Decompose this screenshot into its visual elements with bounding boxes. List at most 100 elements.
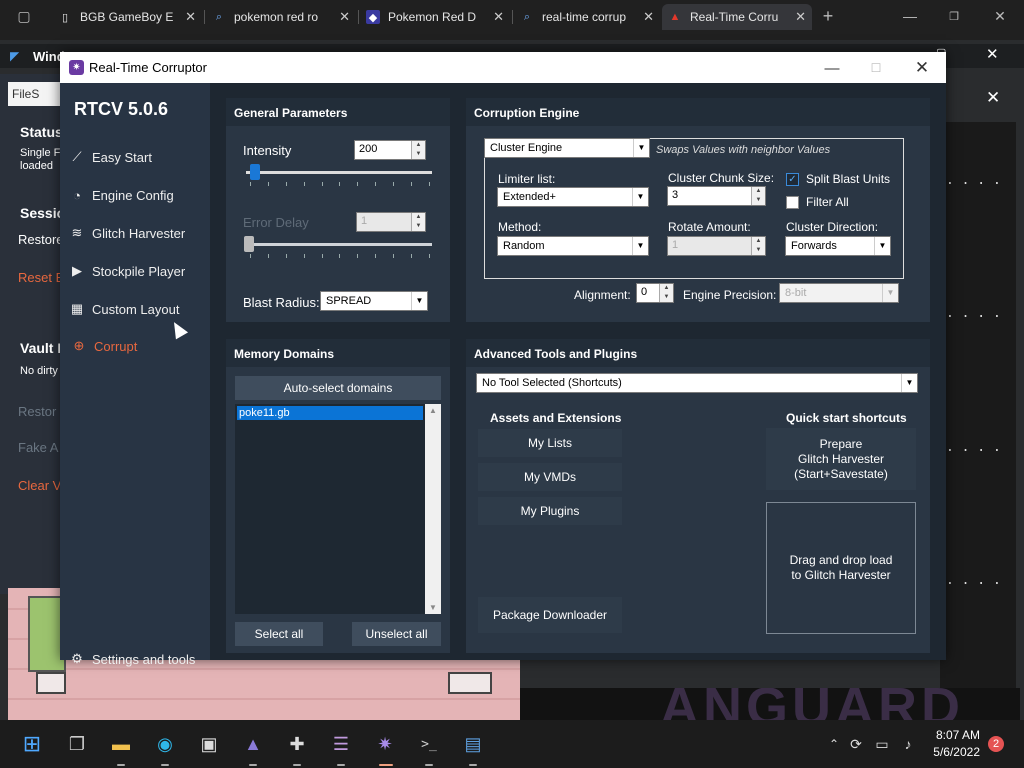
volume-icon[interactable]: ♪: [894, 730, 922, 758]
tab-actions-icon[interactable]: ▢: [4, 4, 44, 28]
spinner-value: 1: [361, 215, 368, 227]
restore-icon[interactable]: ❐: [934, 4, 974, 28]
select-all-button[interactable]: Select all: [235, 622, 323, 646]
down-icon[interactable]: ▼: [425, 603, 441, 612]
gamepad-icon[interactable]: ✚: [283, 730, 311, 758]
down-icon[interactable]: ▼: [752, 246, 765, 255]
down-icon[interactable]: ▼: [752, 196, 765, 205]
vanguard-icon[interactable]: ▲: [239, 730, 267, 758]
minimize-icon[interactable]: —: [890, 4, 930, 28]
error-delay-label: Error Delay: [243, 215, 309, 230]
background-banner: ANGUARD: [520, 688, 1020, 720]
notepad-icon[interactable]: ☰: [327, 730, 355, 758]
rtc-app-icon[interactable]: ✷: [371, 730, 399, 758]
my-plugins-button[interactable]: My Plugins: [478, 497, 622, 525]
close-icon[interactable]: ✕: [339, 9, 350, 25]
cluster-direction-select[interactable]: Forwards ▼: [785, 236, 891, 256]
scrollbar[interactable]: ▲ ▼: [425, 404, 441, 614]
terminal-icon[interactable]: >_: [415, 730, 443, 758]
up-icon[interactable]: ▲: [752, 237, 765, 246]
up-icon[interactable]: ▲: [752, 187, 765, 196]
browser-tab-4[interactable]: ⌕ real-time corrup ✕: [514, 4, 660, 30]
browser-tab-3[interactable]: ◆ Pokemon Red D ✕: [360, 4, 510, 30]
memory-domain-list[interactable]: poke11.gb ▲ ▼: [235, 404, 441, 614]
close-icon[interactable]: ✕: [795, 9, 806, 25]
new-tab-button[interactable]: +: [814, 4, 842, 28]
close-icon[interactable]: ✕: [986, 88, 1000, 108]
up-icon[interactable]: ▲: [425, 406, 441, 415]
filter-all-checkbox[interactable]: Filter All: [786, 195, 849, 209]
tool-select[interactable]: No Tool Selected (Shortcuts) ▼: [476, 373, 918, 393]
tab-title: Pokemon Red D: [388, 10, 477, 24]
cluster-chunk-size-label: Cluster Chunk Size:: [668, 171, 775, 185]
down-icon[interactable]: ▼: [412, 150, 425, 159]
browser-tab-2[interactable]: ⌕ pokemon red ro ✕: [206, 4, 356, 30]
windows-start-icon[interactable]: ⊞: [18, 730, 46, 758]
browser-tab-5-active[interactable]: ▲ Real-Time Corru ✕: [662, 4, 812, 30]
limiter-list-select[interactable]: Extended+ ▼: [497, 187, 649, 207]
error-delay-slider-track[interactable]: [246, 243, 432, 246]
clock-date[interactable]: 5/6/2022: [924, 745, 980, 759]
blast-radius-select[interactable]: SPREAD ▼: [320, 291, 428, 311]
error-delay-slider-thumb[interactable]: [244, 236, 254, 252]
settings-and-tools-button[interactable]: ⚙ Settings and tools: [68, 647, 195, 671]
unselect-all-button[interactable]: Unselect all: [352, 622, 441, 646]
sync-icon[interactable]: ⟳: [842, 730, 870, 758]
rotate-amount-spinner[interactable]: 1 ▲ ▼: [667, 236, 766, 256]
close-icon[interactable]: ✕: [185, 9, 196, 25]
close-icon[interactable]: ✕: [980, 4, 1020, 28]
up-icon[interactable]: ▲: [660, 284, 673, 293]
alignment-spinner[interactable]: 0 ▲ ▼: [636, 283, 674, 303]
sidebar-item-stockpile-player[interactable]: ▶ Stockpile Player: [68, 259, 185, 283]
close-icon[interactable]: ✕: [986, 45, 999, 63]
split-blast-units-checkbox[interactable]: ✓ Split Blast Units: [786, 172, 890, 186]
file-explorer-icon[interactable]: ▬: [107, 730, 135, 758]
down-icon[interactable]: ▼: [660, 293, 673, 302]
up-icon[interactable]: ▲: [412, 213, 425, 222]
engine-select[interactable]: Cluster Engine ▼: [484, 138, 650, 158]
my-lists-button[interactable]: My Lists: [478, 429, 622, 457]
select-value: No Tool Selected (Shortcuts): [482, 377, 622, 389]
sidebar-item-easy-start[interactable]: ⟋ Easy Start: [68, 145, 152, 169]
remote-desktop-icon[interactable]: ▤: [459, 730, 487, 758]
sidebar-item-custom-layout[interactable]: ▦ Custom Layout: [68, 297, 180, 321]
task-view-icon[interactable]: ❐: [63, 730, 91, 758]
monitor-icon[interactable]: ▭: [868, 730, 896, 758]
clock-time[interactable]: 8:07 AM: [932, 728, 980, 742]
package-downloader-button[interactable]: Package Downloader: [478, 597, 622, 633]
intensity-spinner[interactable]: 200 ▲ ▼: [354, 140, 426, 160]
intensity-slider-thumb[interactable]: [249, 164, 260, 180]
corruption-engine-panel: Corruption Engine Cluster Engine ▼ Swaps …: [466, 98, 930, 322]
minimize-icon[interactable]: —: [812, 56, 852, 80]
my-vmds-button[interactable]: My VMDs: [478, 463, 622, 491]
sidebar-item-corrupt[interactable]: ⊕ Corrupt: [70, 334, 138, 358]
browser-tab-1[interactable]: ▯ BGB GameBoy E ✕: [52, 4, 202, 30]
intensity-slider-track[interactable]: [246, 171, 432, 174]
down-icon[interactable]: ▼: [412, 222, 425, 231]
rtc-sidebar: RTCV 5.0.6 ⟋ Easy Start ◔ Engine Config ≋ G…: [60, 83, 210, 667]
up-icon[interactable]: ▲: [412, 141, 425, 150]
select-value: 8-bit: [785, 287, 807, 299]
drag-drop-zone[interactable]: Drag and drop load to Glitch Harvester: [766, 502, 916, 634]
tab-title: real-time corrup: [542, 10, 627, 24]
close-icon[interactable]: ✕: [902, 56, 942, 80]
background-link: Clear V: [18, 478, 62, 493]
search-icon: ⌕: [215, 10, 223, 23]
notification-badge[interactable]: 2: [988, 736, 1004, 752]
edge-browser-icon[interactable]: ◉: [151, 730, 179, 758]
error-delay-spinner[interactable]: 1 ▲ ▼: [356, 212, 426, 232]
auto-select-domains-button[interactable]: Auto-select domains: [235, 376, 441, 400]
method-select[interactable]: Random ▼: [497, 236, 649, 256]
list-item[interactable]: poke11.gb: [237, 406, 423, 420]
close-icon[interactable]: ✕: [643, 9, 654, 25]
cluster-chunk-size-spinner[interactable]: 3 ▲ ▼: [667, 186, 766, 206]
prepare-glitch-harvester-button[interactable]: Prepare Glitch Harvester (Start+Savestat…: [766, 428, 916, 490]
close-icon[interactable]: ✕: [493, 9, 504, 25]
store-icon[interactable]: ▣: [195, 730, 223, 758]
sidebar-item-engine-config[interactable]: ◔ Engine Config: [68, 183, 174, 207]
sidebar-item-glitch-harvester[interactable]: ≋ Glitch Harvester: [68, 221, 186, 245]
panel-header: Advanced Tools and Plugins: [466, 339, 930, 367]
maximize-icon[interactable]: ☐: [856, 56, 896, 80]
engine-precision-select[interactable]: 8-bit ▼: [779, 283, 899, 303]
background-fileshare-tab[interactable]: FileS: [8, 82, 60, 106]
